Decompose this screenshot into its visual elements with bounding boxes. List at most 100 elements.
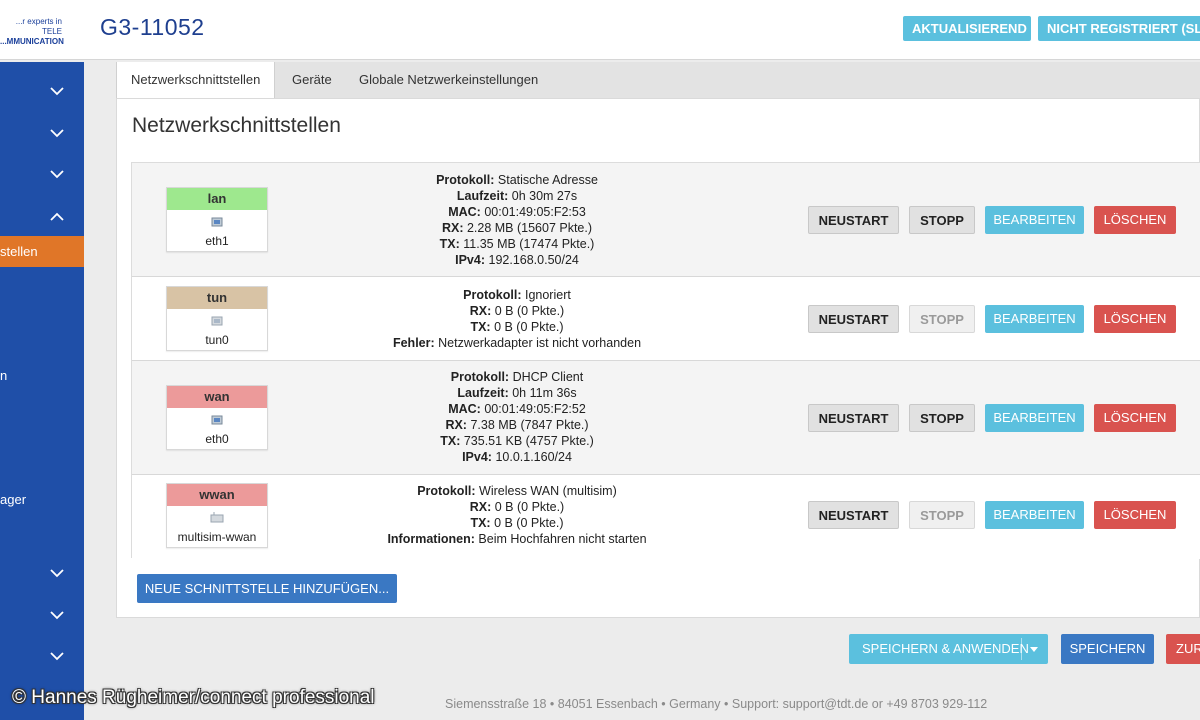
interface-row-lan: lan eth1 Protokoll: Statische Adresse Lau… [132, 163, 1200, 277]
info-key: RX: [469, 500, 492, 514]
restart-button[interactable]: NEUSTART [808, 404, 899, 432]
company-logo: ...r experts in TELE ...MMUNICATION [0, 17, 64, 47]
info-key: TX: [470, 320, 491, 334]
stop-button[interactable]: STOPP [909, 305, 975, 333]
sidebar-item-partial-2[interactable]: ager [0, 492, 26, 507]
info-value: 0 B (0 Pkte.) [490, 320, 564, 334]
logo-line-1: ...r experts in TELE [15, 17, 62, 36]
stop-button[interactable]: STOPP [909, 404, 975, 432]
info-value: Ignoriert [521, 288, 571, 302]
chevron-down-icon [50, 167, 64, 181]
edit-button[interactable]: BEARBEITEN [985, 206, 1084, 234]
footer-contact: Siemensstraße 18 • 84051 Essenbach • Ger… [445, 697, 988, 711]
info-key: RX: [445, 418, 467, 432]
sidebar-group-network[interactable] [0, 196, 84, 236]
info-key: IPv4: [455, 253, 486, 267]
sidebar-group-3[interactable] [0, 153, 84, 193]
info-line: IPv4: 192.168.0.50/24 [332, 252, 702, 268]
info-key: MAC: [448, 402, 481, 416]
sidebar-group-4[interactable] [0, 552, 84, 592]
ethernet-port-icon [210, 314, 224, 328]
chevron-down-icon [50, 84, 64, 98]
info-value: 0 B (0 Pkte.) [491, 500, 565, 514]
interface-row-wan: wan eth0 Protokoll: DHCP Client Laufzeit:… [132, 361, 1200, 475]
top-header: ...r experts in TELE ...MMUNICATION G3-1… [0, 0, 1200, 60]
edit-button[interactable]: BEARBEITEN [985, 501, 1084, 529]
info-value: 0 B (0 Pkte.) [490, 516, 564, 530]
info-key: TX: [439, 237, 460, 251]
delete-button[interactable]: LÖSCHEN [1094, 501, 1176, 529]
interface-device: eth0 [205, 432, 229, 446]
chevron-down-icon [50, 566, 64, 580]
split-divider [1021, 638, 1022, 660]
restart-button[interactable]: NEUSTART [808, 305, 899, 333]
interface-badge: lan eth1 [166, 187, 268, 252]
info-value: 192.168.0.50/24 [485, 253, 579, 267]
info-key: Informationen: [387, 532, 475, 546]
info-line: RX: 0 B (0 Pkte.) [332, 499, 702, 515]
interface-name: wan [167, 386, 267, 408]
info-key: RX: [469, 304, 492, 318]
interface-row-tun: tun tun0 Protokoll: Ignoriert RX: 0 B (0 … [132, 277, 1200, 361]
info-line: Fehler: Netzwerkadapter ist nicht vorhan… [332, 335, 702, 351]
caret-down-icon[interactable] [1030, 647, 1038, 652]
info-value: 11.35 MB (17474 Pkte.) [459, 237, 595, 251]
sidebar-item-interfaces[interactable]: stellen [0, 236, 84, 267]
info-key: TX: [440, 434, 461, 448]
save-button[interactable]: SPEICHERN [1061, 634, 1154, 664]
delete-button[interactable]: LÖSCHEN [1094, 404, 1176, 432]
reset-button[interactable]: ZUR [1166, 634, 1200, 664]
interfaces-table: lan eth1 Protokoll: Statische Adresse Lau… [131, 162, 1200, 559]
ethernet-port-icon [210, 215, 224, 229]
delete-button[interactable]: LÖSCHEN [1094, 206, 1176, 234]
info-line: TX: 0 B (0 Pkte.) [332, 515, 702, 531]
registration-status-button[interactable]: NICHT REGISTRIERT (SLO [1038, 16, 1200, 41]
info-key: RX: [441, 221, 464, 235]
info-key: Fehler: [392, 336, 435, 350]
restart-button[interactable]: NEUSTART [808, 206, 899, 234]
info-value: 2.28 MB (15607 Pkte.) [463, 221, 593, 235]
chevron-up-icon [50, 210, 64, 224]
interface-info: Protokoll: Wireless WAN (multisim) RX: 0 … [332, 483, 702, 547]
chevron-down-icon [50, 608, 64, 622]
tab-global-network-settings[interactable]: Globale Netzwerkeinstellungen [345, 62, 552, 98]
info-key: TX: [470, 516, 491, 530]
sidebar-group-1[interactable] [0, 70, 84, 110]
info-line: Protokoll: Wireless WAN (multisim) [332, 483, 702, 499]
interface-name: lan [167, 188, 267, 210]
info-key: Protokoll: [436, 173, 495, 187]
add-interface-button[interactable]: NEUE SCHNITTSTELLE HINZUFÜGEN... [137, 574, 397, 603]
edit-button[interactable]: BEARBEITEN [985, 305, 1084, 333]
save-and-apply-button[interactable]: SPEICHERN & ANWENDEN [849, 634, 1048, 664]
sidebar-group-2[interactable] [0, 112, 84, 152]
edit-button[interactable]: BEARBEITEN [985, 404, 1084, 432]
info-value: Beim Hochfahren nicht starten [474, 532, 647, 546]
info-line: TX: 735.51 KB (4757 Pkte.) [332, 433, 702, 449]
sidebar-group-5[interactable] [0, 594, 84, 634]
interface-device: eth1 [205, 234, 229, 248]
tab-devices[interactable]: Geräte [278, 62, 346, 98]
delete-button[interactable]: LÖSCHEN [1094, 305, 1176, 333]
page-title: Netzwerkschnittstellen [132, 114, 341, 137]
stop-button[interactable]: STOPP [909, 501, 975, 529]
info-value: 00:01:49:05:F2:52 [480, 402, 586, 416]
stop-button[interactable]: STOPP [909, 206, 975, 234]
tab-network-interfaces[interactable]: Netzwerkschnittstellen [116, 62, 276, 98]
restart-button[interactable]: NEUSTART [808, 501, 899, 529]
sidebar-item-partial-1[interactable]: n [0, 368, 7, 383]
info-value: Wireless WAN (multisim) [475, 484, 617, 498]
sidebar-group-6[interactable] [0, 635, 84, 675]
info-line: TX: 0 B (0 Pkte.) [332, 319, 702, 335]
info-value: DHCP Client [509, 370, 584, 384]
interface-badge: tun tun0 [166, 286, 268, 351]
info-value: 7.38 MB (7847 Pkte.) [466, 418, 589, 432]
chevron-down-icon [50, 126, 64, 140]
updating-status-button[interactable]: AKTUALISIEREND [903, 16, 1031, 41]
info-key: Laufzeit: [456, 189, 509, 203]
sidebar: stellen n ager [0, 62, 84, 720]
info-key: MAC: [448, 205, 481, 219]
info-line: Protokoll: Ignoriert [332, 287, 702, 303]
tab-bar: Netzwerkschnittstellen Geräte Globale Ne… [116, 62, 1200, 98]
info-value: 10.0.1.160/24 [491, 450, 572, 464]
info-line: IPv4: 10.0.1.160/24 [332, 449, 702, 465]
